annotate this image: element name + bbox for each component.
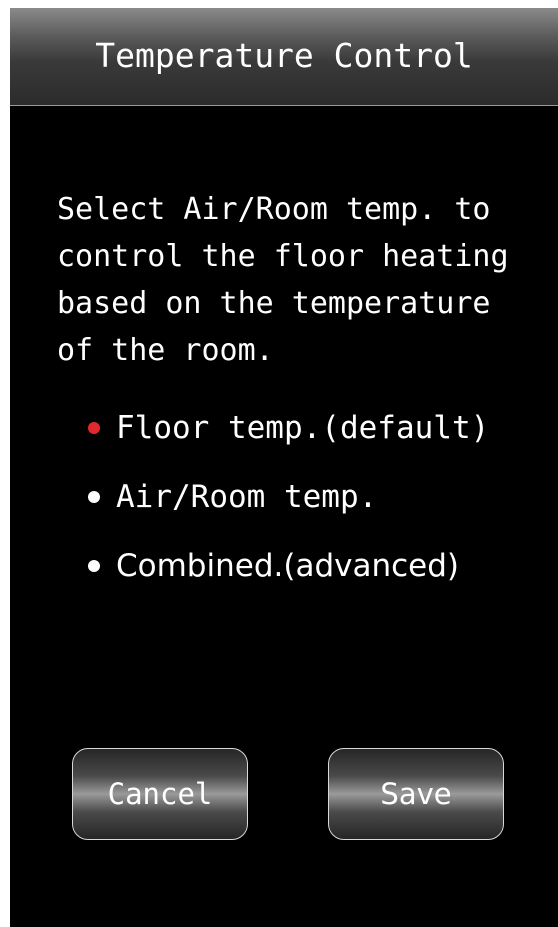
option-label: Floor temp.(default) xyxy=(116,410,490,446)
bullet-icon xyxy=(88,560,100,572)
cancel-button-label: Cancel xyxy=(107,777,213,811)
option-floor-temp[interactable]: Floor temp.(default) xyxy=(88,402,548,454)
option-combined[interactable]: Combined.(advanced) xyxy=(88,540,548,592)
cancel-button[interactable]: Cancel xyxy=(72,748,248,840)
option-label: Air/Room temp. xyxy=(116,479,378,515)
option-label: Combined.(advanced) xyxy=(116,548,459,584)
bullet-icon xyxy=(88,491,100,503)
mode-options-list: Floor temp.(default) Air/Room temp. Comb… xyxy=(88,402,548,609)
save-button[interactable]: Save xyxy=(328,748,504,840)
description-text: Select Air/Room temp. to control the flo… xyxy=(57,192,509,368)
thermostat-screen: Temperature Control Select Air/Room temp… xyxy=(10,8,558,927)
save-button-label: Save xyxy=(380,777,452,811)
selected-bullet-icon xyxy=(88,422,100,434)
header-bar: Temperature Control xyxy=(10,8,558,106)
option-air-room-temp[interactable]: Air/Room temp. xyxy=(88,471,548,523)
page-title: Temperature Control xyxy=(95,36,473,75)
